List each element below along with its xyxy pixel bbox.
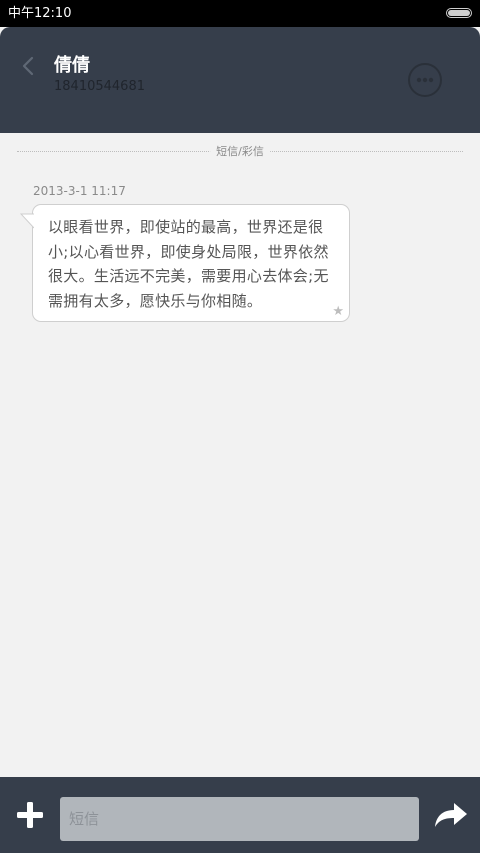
send-arrow-icon: [435, 803, 467, 827]
divider-label: 短信/彩信: [210, 144, 270, 160]
more-dots-icon: [416, 77, 434, 83]
status-time: 中午12:10: [8, 6, 72, 21]
battery-level: [448, 10, 470, 16]
contact-number: 18410544681: [54, 79, 145, 94]
message-type-divider: 短信/彩信: [17, 144, 463, 160]
status-bar: 中午12:10: [0, 0, 480, 27]
message-text: 以眼看世界，即使站的最高，世界还是很小;以心看世界，即使身处局限，世界依然很大。…: [48, 218, 329, 310]
add-attachment-button[interactable]: [16, 801, 44, 829]
message-bubble[interactable]: 以眼看世界，即使站的最高，世界还是很小;以心看世界，即使身处局限，世界依然很大。…: [20, 204, 350, 322]
back-button[interactable]: [16, 53, 42, 79]
more-options-button[interactable]: [408, 63, 442, 97]
conversation-header: 倩倩 18410544681: [0, 27, 480, 133]
battery-icon: [446, 8, 472, 18]
send-button[interactable]: [434, 801, 468, 829]
plus-icon: [17, 802, 43, 828]
chevron-left-icon: [22, 56, 34, 76]
contact-name[interactable]: 倩倩: [54, 55, 90, 77]
message-input[interactable]: [60, 797, 419, 841]
message-timestamp: 2013-3-1 11:17: [33, 184, 126, 198]
bubble-tail: [20, 213, 34, 229]
screen: 中午12:10 倩倩 18410544681 短信/彩信 2013-3-1 11…: [0, 0, 480, 853]
star-icon: ★: [332, 304, 344, 319]
composer-bar: [0, 777, 480, 853]
